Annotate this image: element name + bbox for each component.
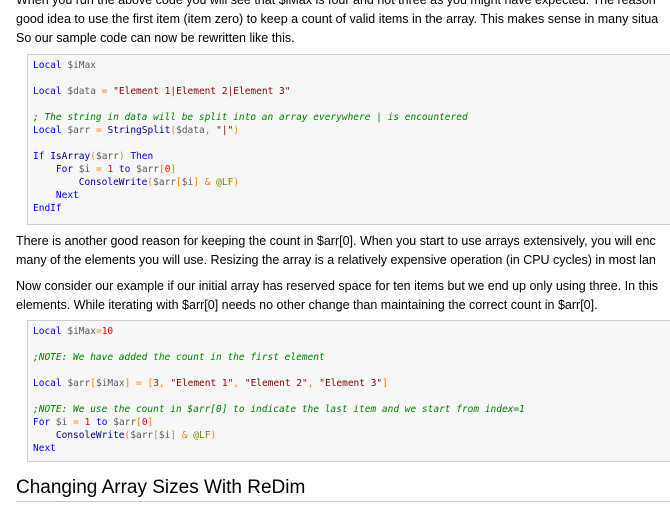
code-line: Next — [33, 189, 670, 202]
code-line: For $i = 1 to $arr[0] — [33, 163, 670, 176]
code-variable: $iMax — [67, 326, 96, 337]
code-keyword: Local — [33, 326, 62, 337]
code-line: Local $iMax=10 — [33, 325, 670, 338]
code-variable: $i — [181, 177, 194, 188]
code-keyword: to — [118, 164, 131, 175]
code-variable: $arr — [153, 177, 177, 188]
code-variable: $arr — [130, 430, 154, 441]
code-comment: ;NOTE: We use the count in $arr[0] to in… — [33, 404, 525, 415]
code-line: ConsoleWrite($arr[$i] & @LF) — [33, 429, 670, 442]
code-number: 10 — [101, 326, 114, 337]
code-variable: $arr — [113, 417, 137, 428]
code-variable: $iMax — [67, 60, 96, 71]
code-keyword: Local — [33, 86, 62, 97]
code-string: "Element 3" — [319, 378, 383, 389]
code-operator: ) — [210, 430, 217, 441]
code-string: "|" — [216, 125, 234, 136]
code-keyword: If — [33, 151, 45, 162]
code-macro: @LF — [216, 177, 234, 188]
code-variable: $iMax — [95, 378, 125, 389]
code-keyword: For — [33, 417, 51, 428]
code-keyword: Local — [33, 378, 62, 389]
code-comment: ;NOTE: We have added the count in the fi… — [33, 352, 325, 363]
code-function: StringSplit — [107, 125, 171, 136]
code-variable: $arr — [136, 164, 159, 175]
code-variable: $arr — [67, 378, 91, 389]
code-line: Local $arr = StringSplit($data, "|") — [33, 124, 670, 137]
code-keyword: Local — [33, 60, 62, 71]
code-line: EndIf — [33, 202, 670, 215]
code-line: For $i = 1 to $arr[0] — [33, 416, 670, 429]
middle-text-line-4: elements. While iterating with $arr[0] n… — [16, 298, 598, 312]
code-operator: ] — [147, 417, 154, 428]
code-operator: ) — [233, 177, 240, 188]
code-line: Local $data = "Element 1|Element 2|Eleme… — [33, 85, 670, 98]
code-keyword: Next — [55, 190, 79, 201]
code-macro: @LF — [193, 430, 211, 441]
code-comment-line: ;NOTE: We have added the count in the fi… — [33, 351, 670, 364]
code-variable: $i — [55, 417, 68, 428]
code-variable: $i — [78, 164, 91, 175]
section-heading: Changing Array Sizes With ReDim — [16, 477, 306, 498]
code-operator: ) — [233, 125, 240, 136]
heading-divider — [16, 501, 670, 502]
code-variable: $i — [158, 430, 171, 441]
code-keyword: to — [96, 417, 108, 428]
middle-text-line-2: many of the elements you will use. Resiz… — [16, 253, 656, 267]
code-variable: $arr — [95, 151, 119, 162]
code-string: "Element 1|Element 2|Element 3" — [113, 86, 291, 97]
code-string: "Element 1" — [170, 378, 234, 389]
code-keyword: Then — [130, 151, 154, 162]
code-operator: ] — [170, 164, 177, 175]
code-comment: ; The string in data will be split into … — [33, 112, 468, 123]
middle-text-line-1: There is another good reason for keeping… — [16, 234, 656, 248]
intro-text-line-2: good idea to use the first item (item ze… — [16, 12, 659, 26]
code-block-1: Local $iMax Local $data = "Element 1|Ele… — [27, 54, 670, 225]
code-keyword: Local — [33, 125, 62, 136]
code-keyword: Next — [33, 443, 56, 454]
code-line: Local $arr[$iMax] = [3, "Element 1", "El… — [33, 377, 670, 390]
code-string: "Element 2" — [244, 378, 308, 389]
code-block-2: Local $iMax=10 ;NOTE: We have added the … — [27, 320, 670, 462]
code-line: Local $iMax — [33, 59, 670, 72]
code-line: ConsoleWrite($arr[$i] & @LF) — [33, 176, 670, 189]
code-comment-line: ; The string in data will be split into … — [33, 111, 670, 124]
code-variable: $data — [176, 125, 205, 136]
code-function: ConsoleWrite — [55, 430, 125, 441]
code-keyword: EndIf — [33, 203, 62, 214]
code-variable: $arr — [67, 125, 91, 136]
code-comment-line: ;NOTE: We use the count in $arr[0] to in… — [33, 403, 670, 416]
intro-text-line-3: So our sample code can now be rewritten … — [16, 31, 295, 45]
code-line: If IsArray($arr) Then — [33, 150, 670, 163]
code-function: IsArray — [50, 151, 91, 162]
code-keyword: For — [55, 164, 74, 175]
code-line: Next — [33, 442, 670, 455]
code-function: ConsoleWrite — [78, 177, 148, 188]
middle-text-line-3: Now consider our example if our initial … — [16, 279, 658, 293]
code-operator: ] — [382, 378, 388, 389]
code-variable: $data — [67, 86, 96, 97]
